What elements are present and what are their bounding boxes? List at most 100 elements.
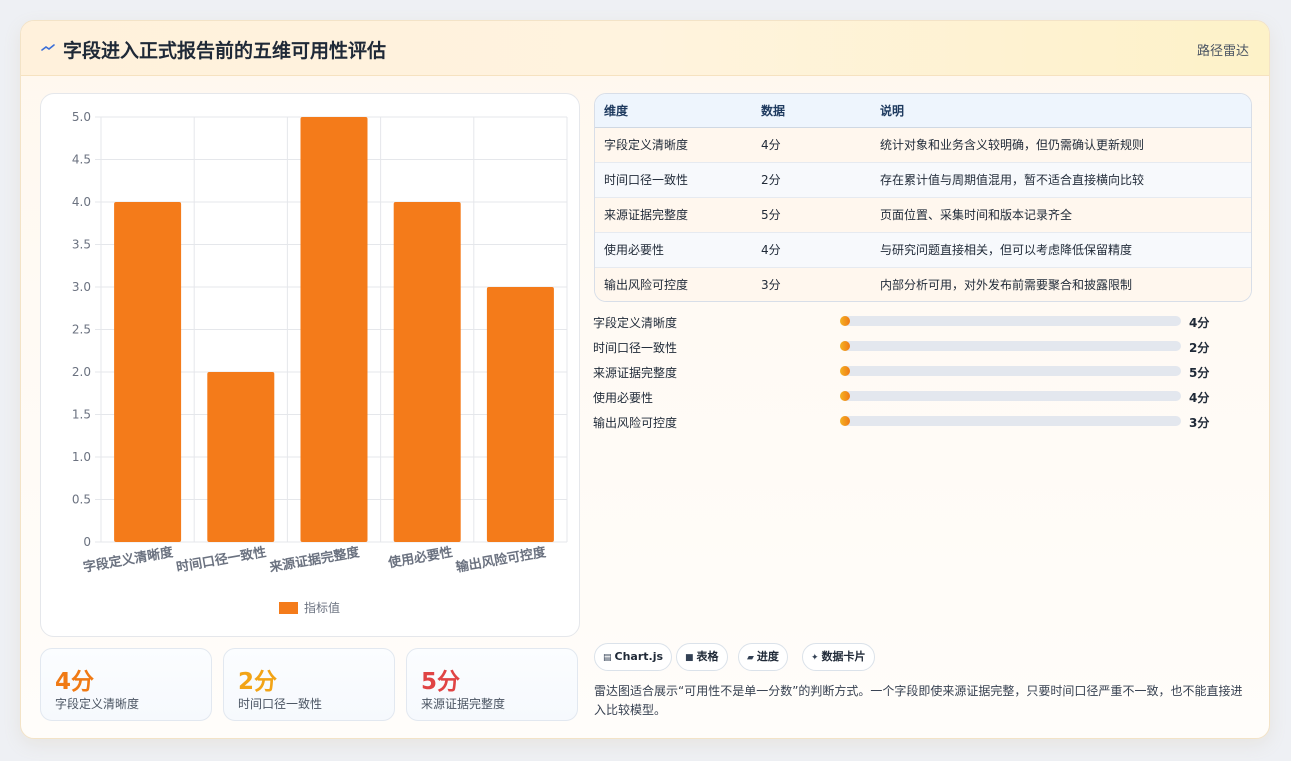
progress-fill [840, 391, 851, 401]
progress-row: 使用必要性 4分 [593, 386, 1253, 411]
table-cell: 与研究问题直接相关，但可以考虑降低保留精度 [871, 232, 1251, 268]
x-tick-label: 输出风险可控度 [455, 544, 548, 576]
chip-label: 表格 [696, 650, 719, 663]
table-row: 输出风险可控度 3分 内部分析可用，对外发布前需要聚合和披露限制 [595, 267, 1251, 301]
progress-track [840, 416, 1181, 426]
progress-label: 字段定义清晰度 [593, 316, 678, 330]
progress-value: 4分 [1189, 316, 1210, 330]
chip-data-card[interactable]: ✦ 数据卡片 [802, 643, 875, 671]
progress-track [840, 341, 1181, 351]
dimension-table-card: 维度 数据 说明 字段定义清晰度 4分 统计对象和业务含义较明确，但仍需确认更新… [594, 93, 1252, 302]
progress-track [840, 366, 1181, 376]
progress-fill [840, 366, 851, 376]
y-tick-label: 0.5 [72, 493, 91, 507]
column-header: 数据 [752, 94, 871, 128]
column-header: 说明 [871, 94, 1251, 128]
table-cell: 5分 [752, 197, 871, 233]
y-tick-label: 4.5 [72, 153, 91, 167]
table-row: 字段定义清晰度 4分 统计对象和业务含义较明确，但仍需确认更新规则 [595, 127, 1251, 163]
progress-value: 3分 [1189, 416, 1210, 430]
bar-chart: 0 0.5 1.0 1.5 2.0 2.5 3.0 3.5 4.0 4.5 5.0 字段定义清晰度 时间… [72, 110, 568, 615]
pulse-line-icon [41, 44, 55, 51]
y-tick-label: 5.0 [72, 110, 91, 124]
evaluation-panel: 字段进入正式报告前的五维可用性评估 路径雷达 0 0.5 1.0 1.5 2.0 2.5 3… [20, 20, 1270, 739]
bar [114, 202, 182, 542]
stat-label: 来源证据完整度 [421, 697, 506, 711]
x-tick-label: 来源证据完整度 [267, 544, 361, 576]
progress-fill [840, 316, 851, 326]
header-tag: 路径雷达 [1196, 44, 1249, 59]
y-tick-label: 3.0 [72, 280, 91, 294]
progress-value: 4分 [1189, 391, 1210, 405]
table-header-row: 维度 数据 说明 [595, 94, 1251, 128]
progress-row: 来源证据完整度 5分 [593, 361, 1253, 386]
explanation-note: 雷达图适合展示“可用性不是单一分数”的判断方式。一个字段即使来源证据完整，只要时… [594, 684, 1243, 717]
progress-value: 2分 [1189, 341, 1210, 355]
progress-label: 时间口径一致性 [593, 341, 678, 355]
progress-label: 来源证据完整度 [593, 366, 678, 380]
chart-icon: ▤ [603, 653, 612, 663]
y-tick-label: 1.0 [72, 450, 91, 464]
legend-label: 指标值 [304, 600, 340, 615]
chip-label: 数据卡片 [821, 650, 866, 663]
page-title: 字段进入正式报告前的五维可用性评估 [63, 40, 387, 62]
table-cell: 存在累计值与周期值混用，暂不适合直接横向比较 [871, 162, 1251, 198]
bar [300, 117, 368, 542]
column-header: 维度 [595, 94, 752, 128]
legend-swatch [279, 602, 298, 614]
stat-label: 字段定义清晰度 [55, 697, 140, 711]
progress-label: 输出风险可控度 [593, 416, 678, 430]
x-tick-label: 时间口径一致性 [175, 544, 267, 576]
table-cell: 3分 [752, 267, 871, 301]
bar [207, 372, 275, 542]
progress-row: 字段定义清晰度 4分 [593, 311, 1253, 336]
progress-value: 5分 [1189, 366, 1210, 380]
table-row: 来源证据完整度 5分 页面位置、采集时间和版本记录齐全 [595, 197, 1251, 233]
table-cell: 输出风险可控度 [595, 267, 752, 301]
y-tick-label: 1.5 [72, 408, 91, 422]
table-cell: 2分 [752, 162, 871, 198]
table-cell: 内部分析可用，对外发布前需要聚合和披露限制 [871, 267, 1251, 301]
y-tick-label: 0 [83, 535, 91, 549]
chip-progress[interactable]: ▰ 进度 [738, 643, 788, 671]
progress-row: 输出风险可控度 3分 [593, 411, 1253, 436]
table-cell: 4分 [752, 127, 871, 163]
x-tick-label: 使用必要性 [386, 544, 454, 571]
panel-header: 字段进入正式报告前的五维可用性评估 路径雷达 [21, 21, 1269, 76]
stat-label: 时间口径一致性 [238, 697, 323, 711]
table-row: 时间口径一致性 2分 存在累计值与周期值混用，暂不适合直接横向比较 [595, 162, 1251, 198]
y-tick-label: 4.0 [72, 195, 91, 209]
table-row: 使用必要性 4分 与研究问题直接相关，但可以考虑降低保留精度 [595, 232, 1251, 268]
stat-card-2: 2分 时间口径一致性 [223, 648, 395, 721]
sparkle-icon: ✦ [811, 653, 819, 663]
y-tick-label: 3.5 [72, 238, 91, 252]
chip-chartjs[interactable]: ▤ Chart.js [594, 643, 673, 671]
bar [486, 287, 554, 542]
bar [393, 202, 461, 542]
progress-fill [840, 341, 851, 351]
stat-value: 5分 [421, 669, 461, 695]
table-cell: 来源证据完整度 [595, 197, 752, 233]
chip-label: 进度 [756, 650, 779, 663]
progress-track [840, 391, 1181, 401]
dimension-table: 维度 数据 说明 字段定义清晰度 4分 统计对象和业务含义较明确，但仍需确认更新… [595, 94, 1251, 301]
progress-label: 使用必要性 [593, 391, 654, 405]
chip-table[interactable]: ■ 表格 [676, 643, 728, 671]
stat-value: 2分 [238, 669, 278, 695]
stat-card-3: 5分 来源证据完整度 [406, 648, 578, 721]
progress-list: 字段定义清晰度 4分 时间口径一致性 2分 来源证据完整度 5分 使用必要性 4… [593, 311, 1253, 436]
y-tick-label: 2.5 [72, 323, 91, 337]
table-cell: 4分 [752, 232, 871, 268]
table-cell: 页面位置、采集时间和版本记录齐全 [871, 197, 1251, 233]
progress-fill [840, 416, 851, 426]
table-cell: 使用必要性 [595, 232, 752, 268]
table-icon: ■ [685, 653, 694, 663]
stat-card-1: 4分 字段定义清晰度 [40, 648, 212, 721]
table-cell: 字段定义清晰度 [595, 127, 752, 163]
y-tick-label: 2.0 [72, 365, 91, 379]
bar-chart-card: 0 0.5 1.0 1.5 2.0 2.5 3.0 3.5 4.0 4.5 5.0 字段定义清晰度 时间… [40, 93, 580, 637]
table-cell: 统计对象和业务含义较明确，但仍需确认更新规则 [871, 127, 1251, 163]
stat-value: 4分 [55, 669, 95, 695]
chip-label: Chart.js [614, 650, 664, 663]
progress-track [840, 316, 1181, 326]
